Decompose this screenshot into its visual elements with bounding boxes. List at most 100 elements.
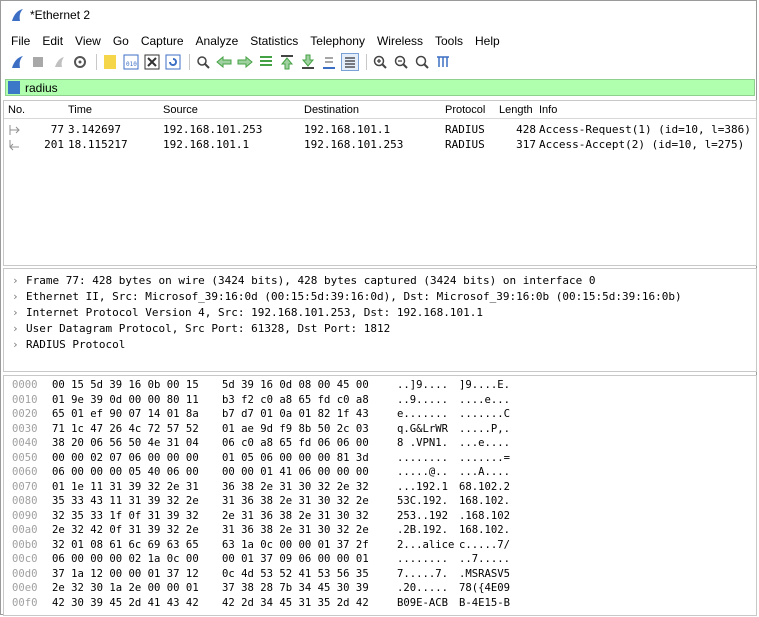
bytes-row[interactable]: 0010 01 9e 39 0d 00 00 80 11 b3 f2 c0 a8 6… (4, 393, 756, 408)
column-header-source[interactable]: Source (163, 104, 198, 116)
menu-analyze[interactable]: Analyze (190, 34, 245, 48)
zoom-reset-icon[interactable] (413, 53, 431, 71)
cell-no: 77 (50, 123, 64, 136)
detail-frame[interactable]: › Frame 77: 428 bytes on wire (3424 bits)… (4, 273, 756, 289)
hex-bytes: 36 38 2e 31 30 32 2e 32 (222, 480, 369, 493)
hex-bytes: 37 38 28 7b 34 45 30 39 (222, 582, 369, 594)
colorize-icon[interactable] (341, 53, 359, 71)
bytes-row[interactable]: 00f0 42 30 39 45 2d 41 43 42 42 2d 34 45 3… (4, 596, 756, 611)
bytes-row[interactable]: 0000 00 15 5d 39 16 0b 00 15 5d 39 16 0d 0… (4, 378, 756, 393)
column-header-destination[interactable]: Destination (304, 104, 359, 116)
cell-source: 192.168.101.253 (163, 123, 263, 136)
menu-wireless[interactable]: Wireless (371, 34, 429, 48)
hex-bytes: 0c 4d 53 52 41 53 56 35 (222, 567, 369, 580)
ascii-bytes: 2...alice (397, 538, 455, 551)
column-header-info[interactable]: Info (539, 104, 557, 116)
menu-statistics[interactable]: Statistics (244, 34, 304, 48)
byte-offset: 00a0 (12, 524, 38, 536)
forward-icon[interactable] (236, 53, 254, 71)
first-packet-icon[interactable] (278, 53, 296, 71)
bytes-row[interactable]: 0070 01 1e 11 31 39 32 2e 31 36 38 2e 31 3… (4, 480, 756, 495)
detail-ipv4[interactable]: › Internet Protocol Version 4, Src: 192.1… (4, 305, 756, 321)
column-header-length[interactable]: Length (499, 104, 533, 116)
stop-icon[interactable] (29, 53, 47, 71)
hex-bytes: 31 36 38 2e 31 30 32 2e (222, 524, 369, 536)
chevron-right-icon[interactable]: › (12, 305, 19, 321)
byte-offset: 00f0 (12, 596, 38, 609)
ascii-bytes: .....P,. (459, 422, 511, 435)
bytes-row[interactable]: 0090 32 35 33 1f 0f 31 39 32 2e 31 36 38 2… (4, 509, 756, 524)
detail-radius[interactable]: › RADIUS Protocol (4, 337, 756, 353)
bytes-row[interactable]: 00b0 32 01 08 61 6c 69 63 65 63 1a 0c 00 0… (4, 538, 756, 553)
close-file-icon[interactable] (143, 53, 161, 71)
filter-bookmark-icon[interactable] (8, 81, 20, 94)
bytes-row[interactable]: 00d0 37 1a 12 00 00 01 37 12 0c 4d 53 52 4… (4, 567, 756, 582)
menu-view[interactable]: View (69, 34, 107, 48)
detail-ethernet[interactable]: › Ethernet II, Src: Microsof_39:16:0d (00… (4, 289, 756, 305)
hex-bytes: 31 36 38 2e 31 30 32 2e (222, 495, 369, 507)
packet-details-pane: › Frame 77: 428 bytes on wire (3424 bits)… (3, 268, 757, 372)
bytes-row[interactable]: 0040 38 20 06 56 50 4e 31 04 06 c0 a8 65 f… (4, 436, 756, 451)
ascii-bytes: .168.102 (459, 509, 511, 522)
bytes-row[interactable]: 0080 35 33 43 11 31 39 32 2e 31 36 38 2e 3… (4, 494, 756, 509)
last-packet-icon[interactable] (299, 53, 317, 71)
cell-destination: 192.168.101.1 (304, 123, 391, 136)
display-filter-input[interactable] (25, 80, 725, 95)
cell-time: 3.142697 (68, 123, 121, 136)
bytes-row[interactable]: 00c0 06 00 00 00 02 1a 0c 00 00 01 37 09 0… (4, 552, 756, 567)
resize-columns-icon[interactable] (434, 53, 452, 71)
ascii-bytes: 78({4E09 (459, 582, 511, 594)
open-file-icon[interactable] (101, 53, 119, 71)
hex-bytes: 06 c0 a8 65 fd 06 06 00 (222, 437, 369, 449)
shark-fin-start-icon[interactable] (8, 53, 26, 71)
chevron-right-icon[interactable]: › (12, 273, 19, 289)
hex-bytes: 01 ae 9d f9 8b 50 2c 03 (222, 422, 369, 435)
menu-tools[interactable]: Tools (429, 34, 469, 48)
hex-bytes: 32 01 08 61 6c 69 63 65 (52, 538, 199, 551)
hex-bytes: 32 35 33 1f 0f 31 39 32 (52, 509, 199, 522)
autoscroll-icon[interactable] (320, 53, 338, 71)
reload-icon[interactable] (164, 53, 182, 71)
find-icon[interactable] (194, 53, 212, 71)
go-to-packet-icon[interactable] (257, 53, 275, 71)
detail-text: Ethernet II, Src: Microsof_39:16:0d (00:… (26, 290, 682, 303)
packet-row[interactable]: 77 3.142697 192.168.101.253 192.168.101.… (4, 122, 756, 137)
ascii-bytes: 8 .VPN1. (397, 437, 449, 449)
column-header-time[interactable]: Time (68, 104, 92, 116)
cell-length: 317 (516, 138, 536, 151)
cell-no: 201 (44, 138, 64, 151)
detail-text: Internet Protocol Version 4, Src: 192.16… (26, 306, 483, 319)
cell-protocol: RADIUS (445, 138, 485, 151)
ascii-bytes: .......C (459, 408, 511, 420)
column-header-protocol[interactable]: Protocol (445, 104, 485, 116)
bytes-row[interactable]: 00e0 2e 32 30 1a 2e 00 00 01 37 38 28 7b 3… (4, 581, 756, 596)
menu-go[interactable]: Go (107, 34, 135, 48)
ascii-bytes: 53C.192. (397, 495, 449, 507)
restart-icon[interactable] (50, 53, 68, 71)
ascii-bytes: B-4E15-B (459, 596, 511, 609)
cell-destination: 192.168.101.253 (304, 138, 404, 151)
packet-row[interactable]: 201 18.115217 192.168.101.1 192.168.101.… (4, 137, 756, 152)
bytes-row[interactable]: 0060 06 00 00 00 05 40 06 00 00 00 01 41 0… (4, 465, 756, 480)
zoom-in-icon[interactable] (371, 53, 389, 71)
chevron-right-icon[interactable]: › (12, 289, 19, 305)
menu-file[interactable]: File (5, 34, 36, 48)
bytes-row[interactable]: 00a0 2e 32 42 0f 31 39 32 2e 31 36 38 2e 3… (4, 523, 756, 538)
hex-bytes: 2e 32 30 1a 2e 00 00 01 (52, 582, 199, 594)
zoom-out-icon[interactable] (392, 53, 410, 71)
chevron-right-icon[interactable]: › (12, 321, 19, 337)
menu-telephony[interactable]: Telephony (304, 34, 371, 48)
chevron-right-icon[interactable]: › (12, 337, 19, 353)
column-header-no[interactable]: No. (8, 104, 25, 116)
menu-help[interactable]: Help (469, 34, 506, 48)
bytes-row[interactable]: 0030 71 1c 47 26 4c 72 57 52 01 ae 9d f9 8… (4, 422, 756, 437)
menu-capture[interactable]: Capture (135, 34, 190, 48)
cell-time: 18.115217 (68, 138, 128, 151)
menu-edit[interactable]: Edit (36, 34, 69, 48)
bytes-row[interactable]: 0020 65 01 ef 90 07 14 01 8a b7 d7 01 0a 0… (4, 407, 756, 422)
detail-udp[interactable]: › User Datagram Protocol, Src Port: 61328… (4, 321, 756, 337)
bytes-row[interactable]: 0050 00 00 02 07 06 00 00 00 01 05 06 00 0… (4, 451, 756, 466)
back-icon[interactable] (215, 53, 233, 71)
save-file-icon[interactable]: 010 (122, 53, 140, 71)
options-icon[interactable] (71, 53, 89, 71)
